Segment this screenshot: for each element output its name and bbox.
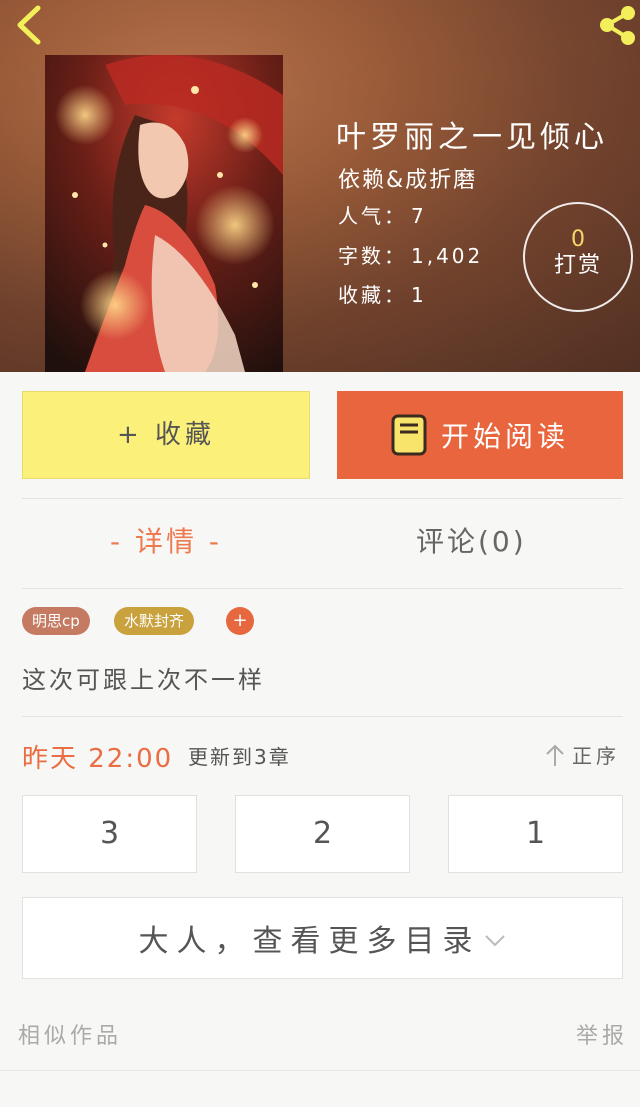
share-icon[interactable] xyxy=(598,4,638,46)
reward-count: 0 xyxy=(571,227,585,252)
reward-button[interactable]: 0 打赏 xyxy=(523,202,633,312)
chevron-down-icon xyxy=(484,935,505,947)
arrow-up-icon xyxy=(546,744,564,766)
book-title: 叶罗丽之一见倾心 xyxy=(336,120,608,155)
stat-value: 1 xyxy=(411,283,427,307)
stat-value: 7 xyxy=(411,204,427,228)
start-reading-label: 开始阅读 xyxy=(440,420,569,453)
reward-label: 打赏 xyxy=(553,253,602,278)
stat-label: 人气： xyxy=(338,204,407,228)
stat-label: 字数： xyxy=(338,244,407,268)
book-icon xyxy=(391,414,427,456)
chapter-item[interactable]: 2 xyxy=(235,795,410,873)
update-status: 更新到3章 xyxy=(188,745,291,769)
chapter-item[interactable]: 3 xyxy=(22,795,197,873)
stat-value: 1,402 xyxy=(411,244,484,268)
word-count-stat: 字数： 1,402 xyxy=(338,240,483,269)
collect-button[interactable]: + 收藏 xyxy=(22,391,310,479)
chapter-item[interactable]: 1 xyxy=(448,795,623,873)
back-icon[interactable] xyxy=(10,2,50,48)
tag-item[interactable]: 明思cp xyxy=(22,607,90,635)
add-tag-button[interactable]: + xyxy=(226,607,254,635)
favorites-stat: 收藏： 1 xyxy=(338,279,427,308)
sort-label: 正序 xyxy=(572,744,620,768)
popularity-stat: 人气： 7 xyxy=(338,200,427,229)
book-intro: 这次可跟上次不一样 xyxy=(22,666,265,694)
book-cover[interactable] xyxy=(45,55,283,372)
book-author[interactable]: 依赖&成折磨 xyxy=(338,162,477,194)
tab-comment[interactable]: 评论(0) xyxy=(416,520,527,560)
tab-detail[interactable]: - 详情 - xyxy=(110,520,222,560)
book-header: 叶罗丽之一见倾心 依赖&成折磨 人气： 7 字数： 1,402 收藏： 1 0 打赏 xyxy=(0,0,640,372)
update-time: 昨天 22:00 xyxy=(22,744,174,774)
similar-works-label: 相似作品 xyxy=(18,1024,123,1049)
stat-label: 收藏： xyxy=(338,283,407,307)
divider xyxy=(22,588,623,589)
tag-item[interactable]: 水默封齐 xyxy=(114,607,195,635)
report-button[interactable]: 举报 xyxy=(576,1018,628,1050)
divider xyxy=(22,498,623,499)
divider xyxy=(0,1070,640,1071)
more-chapters-button[interactable]: 大人，查看更多目录 xyxy=(22,897,623,979)
more-chapters-label: 大人，查看更多目录 xyxy=(138,924,481,959)
divider xyxy=(22,716,623,717)
sort-toggle[interactable]: 正序 xyxy=(544,740,620,769)
start-reading-button[interactable]: 开始阅读 xyxy=(337,391,623,479)
